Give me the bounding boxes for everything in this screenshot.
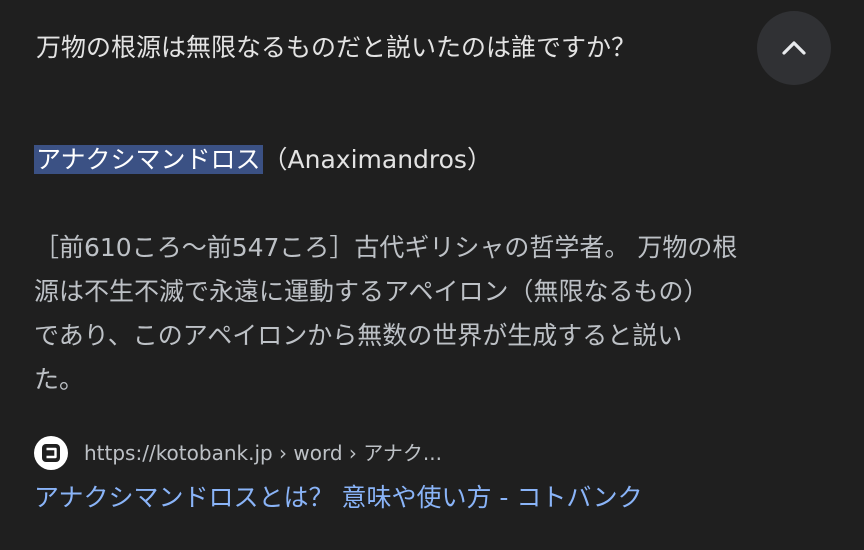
answer-highlight: アナクシマンドロス: [34, 145, 263, 174]
description-line: た。: [34, 365, 85, 394]
collapse-button[interactable]: [757, 11, 831, 85]
kotobank-favicon-icon: [34, 436, 68, 470]
description-line: であり、このアペイロンから無数の世界が生成すると説い: [34, 321, 683, 350]
answer-romanization: （Anaximandros）: [262, 145, 492, 174]
chevron-up-icon: [781, 40, 807, 56]
description-line: ［前610ころ〜前547ころ］古代ギリシャの哲学者。 万物の根: [34, 233, 738, 262]
source-attribution[interactable]: https://kotobank.jp › word › アナク...: [34, 434, 734, 474]
result-title-link[interactable]: アナクシマンドロスとは？ 意味や使い方 - コトバンク: [34, 480, 643, 516]
question-text: 万物の根源は無限なるものだと説いたのは誰ですか？: [36, 33, 637, 62]
question-header[interactable]: 万物の根源は無限なるものだと説いたのは誰ですか？: [36, 24, 736, 72]
answer: アナクシマンドロス（Anaximandros）: [34, 142, 492, 178]
description-line: 源は不生不滅で永遠に運動するアペイロン（無限なるもの）: [34, 277, 709, 306]
answer-description: ［前610ころ〜前547ころ］古代ギリシャの哲学者。 万物の根 源は不生不滅で永…: [34, 226, 834, 402]
source-url: https://kotobank.jp › word › アナク...: [84, 441, 442, 465]
